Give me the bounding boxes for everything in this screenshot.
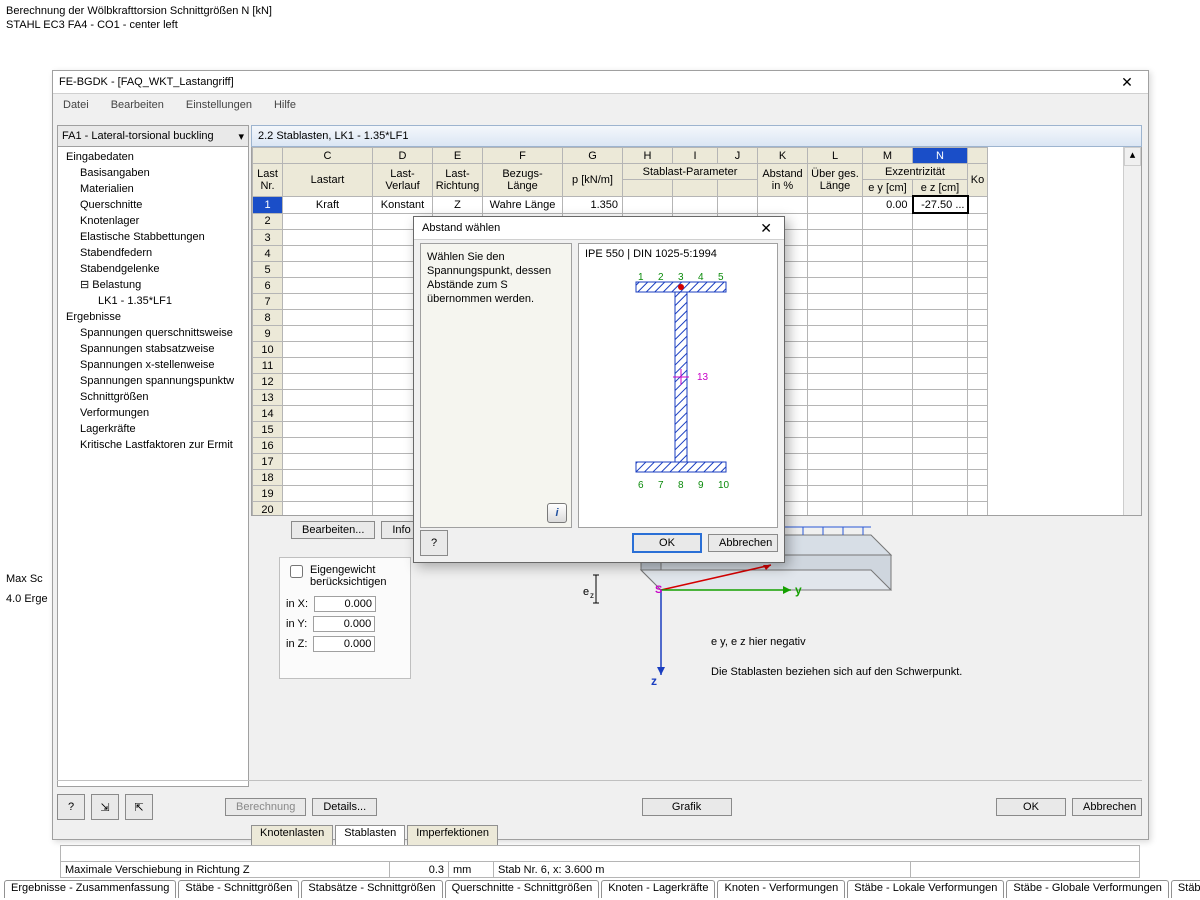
- menu-item[interactable]: Bearbeiten: [107, 97, 168, 113]
- svg-text:Die Stablasten beziehen sich a: Die Stablasten beziehen sich auf den Sch…: [711, 666, 962, 678]
- navigator-tree[interactable]: EingabedatenBasisangabenMaterialienQuers…: [58, 147, 248, 455]
- export-icon[interactable]: ⇲: [91, 794, 119, 820]
- v-scrollbar[interactable]: ▴: [1123, 147, 1141, 515]
- svg-text:S: S: [655, 584, 662, 596]
- profile-preview[interactable]: IPE 550 | DIN 1025-5:1994 12345: [578, 243, 778, 528]
- tree-item[interactable]: Knotenlager: [58, 213, 248, 229]
- loadcase-combo[interactable]: FA1 - Lateral-torsional buckling ▾: [58, 126, 248, 147]
- result-tab[interactable]: Stäbe - Lokale Verformungen: [847, 880, 1004, 898]
- close-icon[interactable]: ✕: [756, 220, 776, 237]
- cancel-button[interactable]: Abbrechen: [1072, 798, 1142, 816]
- details-button[interactable]: Details...: [312, 798, 377, 816]
- result-tab[interactable]: Querschnitte - Schnittgrößen: [445, 880, 600, 898]
- summary-row: Maximale Verschiebung in Richtung Z 0.3 …: [60, 845, 1140, 877]
- dialog-title: Abstand wählen: [422, 222, 500, 234]
- close-icon[interactable]: ✕: [1112, 74, 1142, 91]
- tree-item[interactable]: LK1 - 1.35*LF1: [58, 293, 248, 309]
- svg-text:e y, e z hier negativ: e y, e z hier negativ: [711, 636, 806, 648]
- svg-text:y: y: [795, 583, 802, 597]
- tree-item[interactable]: Verformungen: [58, 405, 248, 421]
- distance-dialog: Abstand wählen ✕ Wählen Sie den Spannung…: [413, 216, 785, 563]
- header-line1: Berechnung der Wölbkrafttorsion Schnittg…: [6, 4, 1194, 18]
- bottom-tabs: Ergebnisse - ZusammenfassungStäbe - Schn…: [4, 880, 1200, 898]
- result-tab[interactable]: Knoten - Verformungen: [717, 880, 845, 898]
- result-tab[interactable]: Knoten - Lagerkräfte: [601, 880, 715, 898]
- tree-item[interactable]: Spannungen x-stellenweise: [58, 357, 248, 373]
- svg-text:1: 1: [638, 272, 644, 283]
- tree-item[interactable]: Kritische Lastfaktoren zur Ermit: [58, 437, 248, 453]
- svg-text:6: 6: [638, 480, 644, 491]
- svg-text:3: 3: [678, 272, 684, 283]
- tree-item[interactable]: Spannungen spannungspunktw: [58, 373, 248, 389]
- scroll-up-icon[interactable]: ▴: [1124, 147, 1141, 166]
- tree-item[interactable]: Stabendgelenke: [58, 261, 248, 277]
- module-titlebar[interactable]: FE-BGDK - [FAQ_WKT_Lastangriff] ✕: [53, 71, 1148, 94]
- result-tab[interactable]: Stäbe - Schnittgrößen: [178, 880, 299, 898]
- help-icon[interactable]: ?: [57, 794, 85, 820]
- dialog-cancel-button[interactable]: Abbrechen: [708, 534, 778, 552]
- svg-text:9: 9: [698, 480, 704, 491]
- svg-text:z: z: [651, 674, 657, 688]
- table-title: 2.2 Stablasten, LK1 - 1.35*LF1: [251, 125, 1142, 147]
- header-line2: STAHL EC3 FA4 - CO1 - center left: [6, 18, 1194, 32]
- svg-text:10: 10: [718, 480, 730, 491]
- tree-item[interactable]: Basisangaben: [58, 165, 248, 181]
- result-tab[interactable]: Stäbe - Stabkennzahlen: [1171, 880, 1200, 898]
- dialog-instruction: Wählen Sie den Spannungspunkt, dessen Ab…: [420, 243, 572, 528]
- calculation-button[interactable]: Berechnung: [225, 798, 306, 816]
- self-weight-checkbox[interactable]: Eigengewicht berücksichtigen: [280, 558, 410, 594]
- tree-item[interactable]: Eingabedaten: [58, 149, 248, 165]
- svg-text:5: 5: [718, 272, 724, 283]
- menu-item[interactable]: Hilfe: [270, 97, 300, 113]
- tree-item[interactable]: ⊟ Belastung: [58, 277, 248, 293]
- result-tab[interactable]: Stabsätze - Schnittgrößen: [301, 880, 442, 898]
- menu-item[interactable]: Datei: [59, 97, 93, 113]
- left-fragment: Max Sc 4.0 Erge: [6, 573, 51, 605]
- tree-item[interactable]: Spannungen stabsatzweise: [58, 341, 248, 357]
- ok-button[interactable]: OK: [996, 798, 1066, 816]
- tree-item[interactable]: Elastische Stabbettungen: [58, 229, 248, 245]
- svg-text:z: z: [590, 591, 594, 600]
- page-header: Berechnung der Wölbkrafttorsion Schnittg…: [0, 0, 1200, 36]
- tree-item[interactable]: Stabendfedern: [58, 245, 248, 261]
- dialog-titlebar[interactable]: Abstand wählen ✕: [414, 217, 784, 240]
- help-icon[interactable]: ?: [420, 530, 448, 556]
- tree-item[interactable]: Spannungen querschnittsweise: [58, 325, 248, 341]
- self-weight-x-input[interactable]: [314, 596, 376, 612]
- svg-text:e: e: [583, 586, 589, 598]
- info-icon[interactable]: i: [547, 503, 567, 523]
- self-weight-box: Eigengewicht berücksichtigen in X: in Y:…: [279, 557, 411, 679]
- edit-button[interactable]: Bearbeiten...: [291, 521, 375, 539]
- chevron-down-icon: ▾: [238, 130, 244, 143]
- import-icon[interactable]: ⇱: [125, 794, 153, 820]
- result-tab[interactable]: Ergebnisse - Zusammenfassung: [4, 880, 176, 898]
- svg-text:8: 8: [678, 480, 684, 491]
- dialog-ok-button[interactable]: OK: [632, 533, 702, 553]
- svg-text:2: 2: [658, 272, 664, 283]
- tree-item[interactable]: Ergebnisse: [58, 309, 248, 325]
- bottom-toolbar: ? ⇲ ⇱ Berechnung Details... Grafik OK Ab…: [57, 780, 1142, 833]
- self-weight-y-input[interactable]: [313, 616, 375, 632]
- tree-item[interactable]: Schnittgrößen: [58, 389, 248, 405]
- navigator: FA1 - Lateral-torsional buckling ▾ Einga…: [57, 125, 249, 787]
- svg-text:7: 7: [658, 480, 664, 491]
- tree-item[interactable]: Materialien: [58, 181, 248, 197]
- graphics-button[interactable]: Grafik: [642, 798, 732, 816]
- tree-item[interactable]: Lagerkräfte: [58, 421, 248, 437]
- menu-item[interactable]: Einstellungen: [182, 97, 256, 113]
- menubar: Datei Bearbeiten Einstellungen Hilfe: [53, 94, 1148, 116]
- svg-text:13: 13: [697, 372, 709, 383]
- svg-text:4: 4: [698, 272, 704, 283]
- result-tab[interactable]: Stäbe - Globale Verformungen: [1006, 880, 1169, 898]
- tree-item[interactable]: Querschnitte: [58, 197, 248, 213]
- module-title: FE-BGDK - [FAQ_WKT_Lastangriff]: [59, 76, 234, 88]
- self-weight-z-input[interactable]: [313, 636, 375, 652]
